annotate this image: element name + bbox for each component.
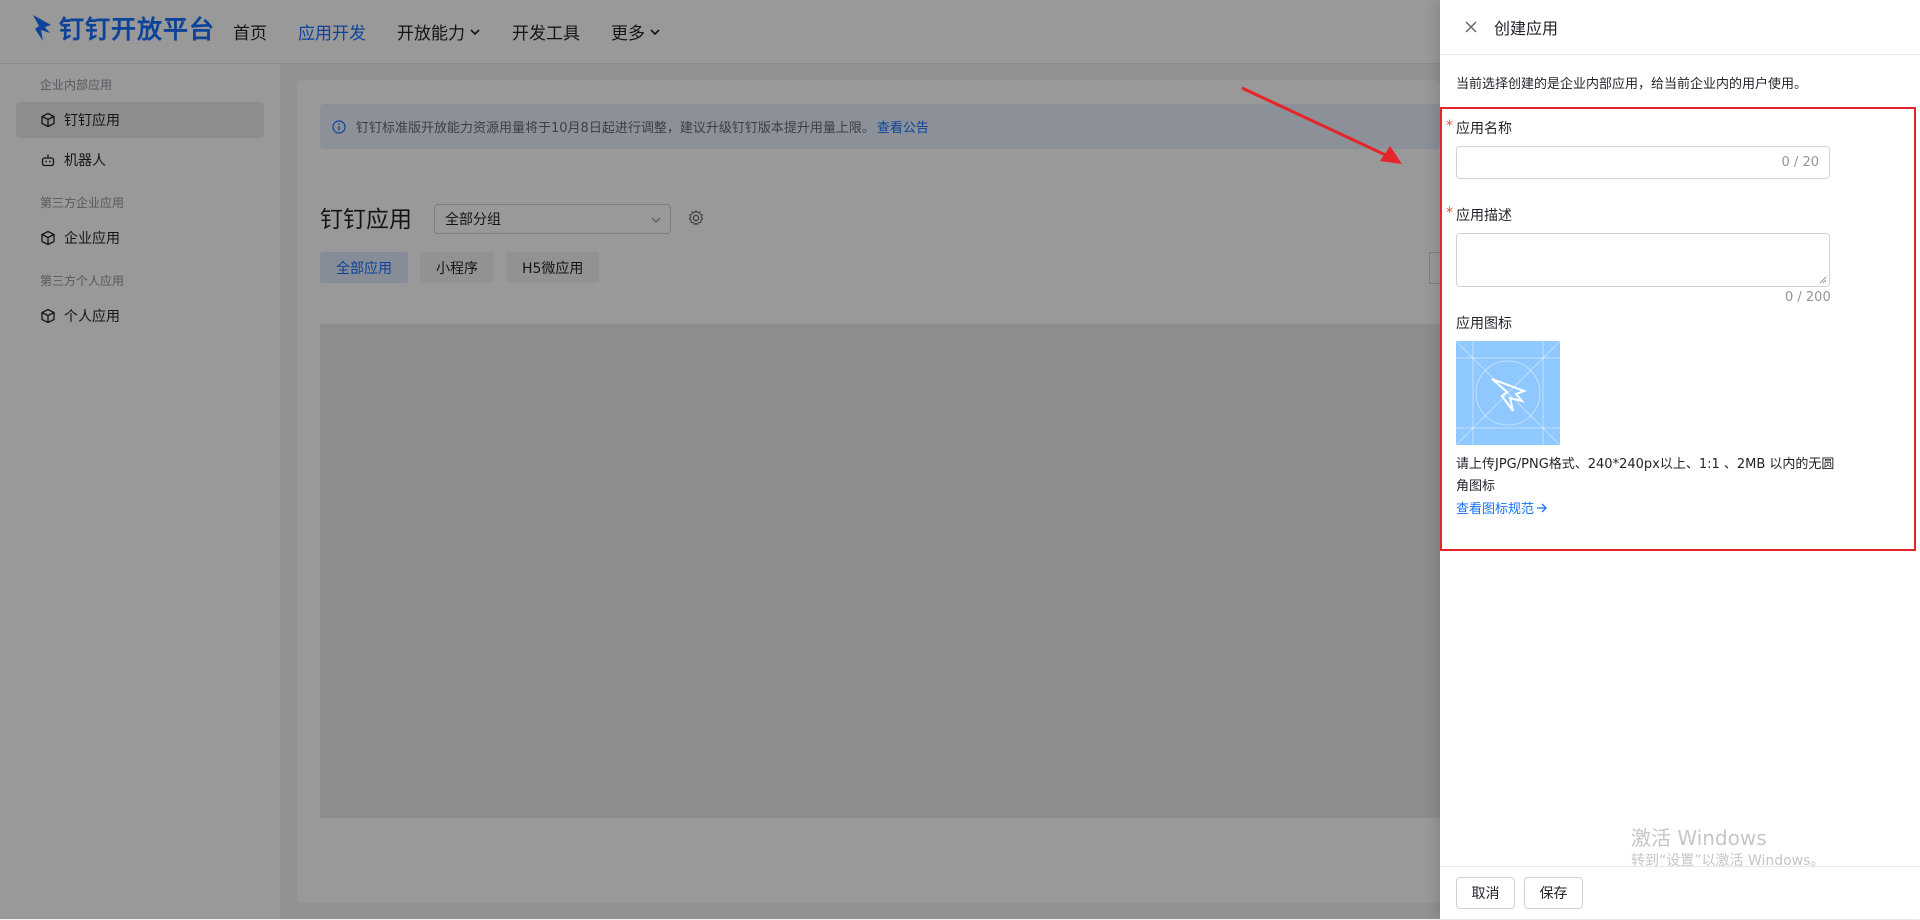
drawer-header: 创建应用 — [1440, 0, 1920, 55]
drawer-title: 创建应用 — [1494, 19, 1559, 38]
annotation-highlight-box — [1440, 107, 1916, 551]
annotation-arrow-icon — [1241, 86, 1402, 164]
drawer-mask[interactable] — [0, 0, 1440, 919]
cancel-button[interactable]: 取消 — [1456, 877, 1515, 909]
create-app-drawer: 创建应用 当前选择创建的是企业内部应用，给当前企业内的用户使用。 * 应用名称 … — [1440, 0, 1920, 919]
close-icon[interactable] — [1464, 20, 1478, 34]
drawer-footer: 取消 保存 — [1440, 866, 1920, 920]
save-button[interactable]: 保存 — [1524, 877, 1583, 909]
drawer-tip: 当前选择创建的是企业内部应用，给当前企业内的用户使用。 — [1456, 77, 1808, 92]
windows-watermark-title: 激活 Windows — [1631, 826, 1767, 850]
